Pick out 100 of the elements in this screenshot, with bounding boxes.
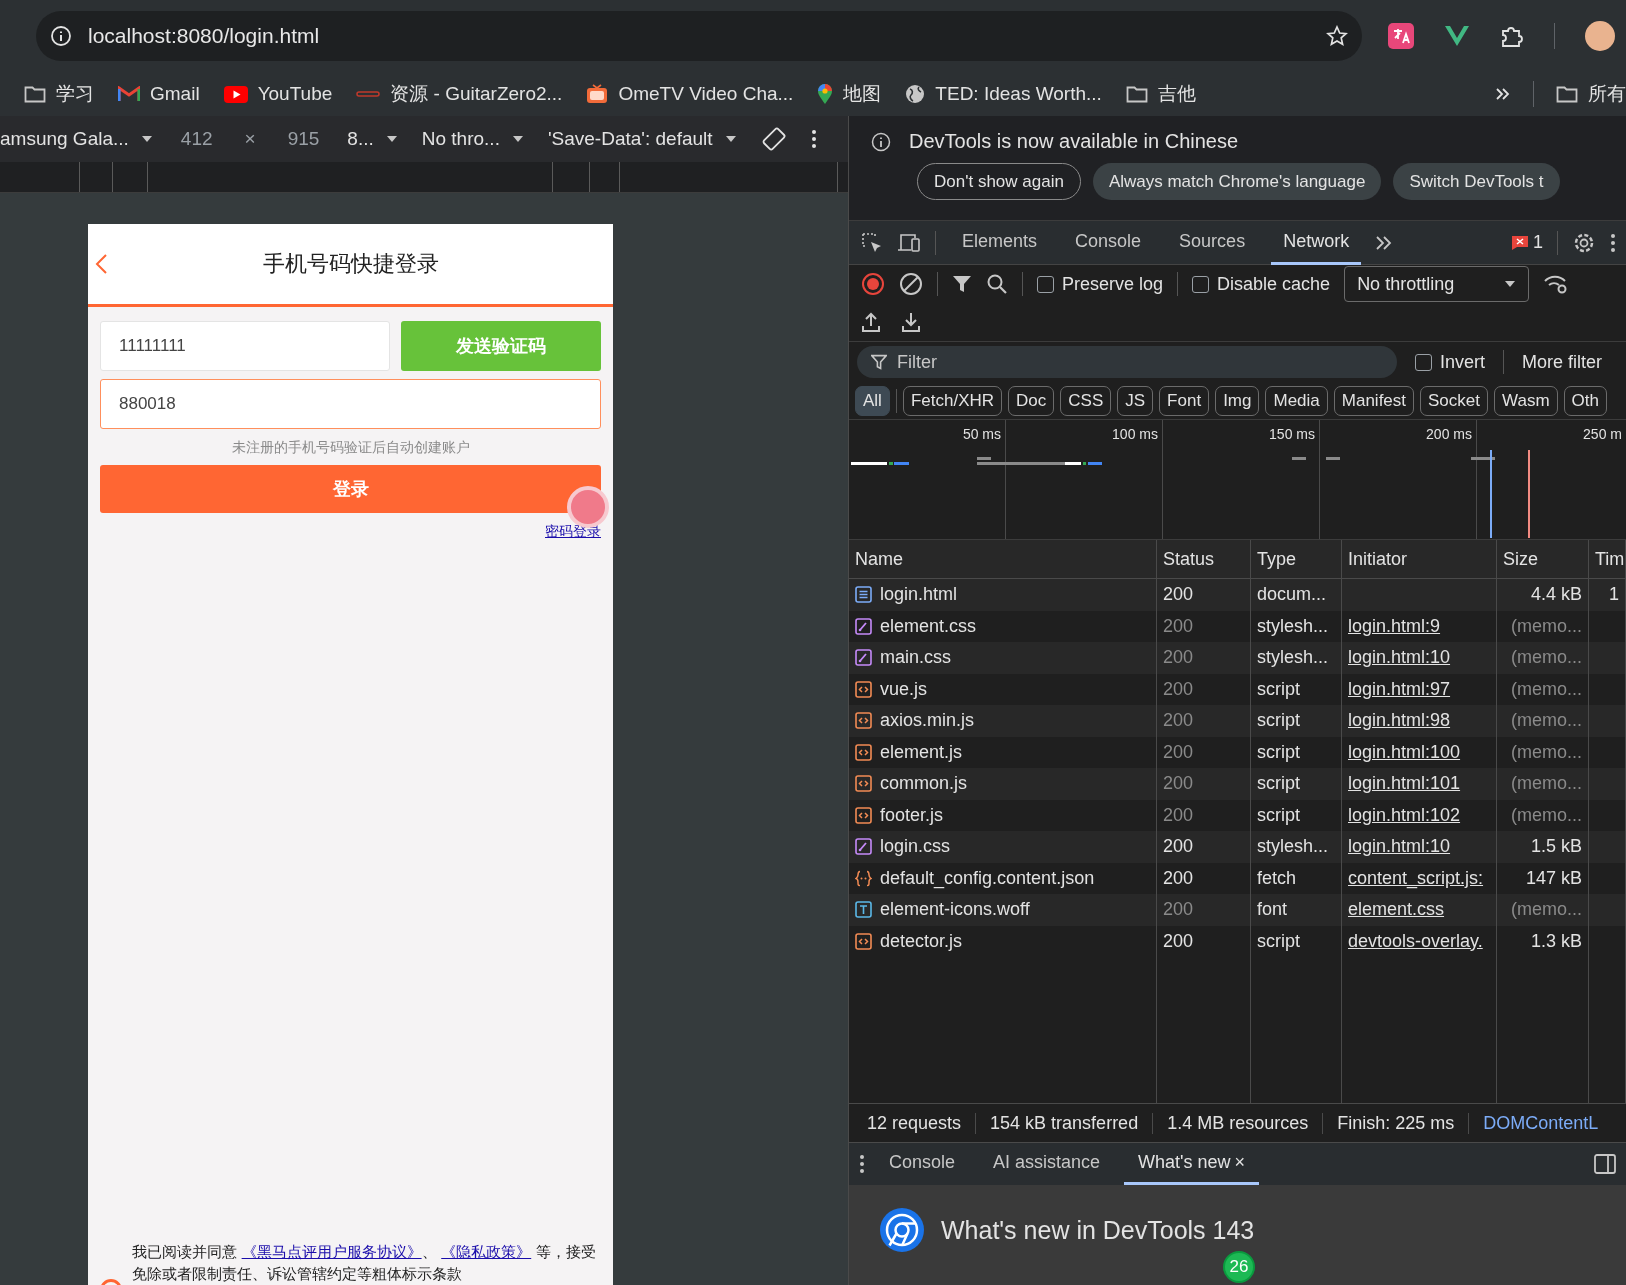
- bookmark[interactable]: OmeTV Video Cha...: [586, 83, 794, 105]
- bookmark[interactable]: 所有: [1556, 81, 1626, 107]
- bookmark[interactable]: Gmail: [118, 83, 200, 105]
- column-header[interactable]: Initiator: [1342, 540, 1497, 578]
- more-icon[interactable]: [859, 1154, 865, 1174]
- device-dropdown[interactable]: No thro...: [421, 128, 524, 150]
- more-icon[interactable]: [1610, 232, 1616, 253]
- initiator-link[interactable]: devtools-overlay.: [1348, 930, 1483, 952]
- initiator-link[interactable]: login.html:10: [1348, 836, 1451, 858]
- column-header[interactable]: Status: [1157, 540, 1251, 578]
- table-cell: 1.3 kB: [1497, 925, 1589, 957]
- column-header[interactable]: Size: [1497, 540, 1589, 578]
- device-dropdown[interactable]: amsung Gala...: [0, 128, 153, 150]
- agreement-link[interactable]: 《黑马点评用户服务协议》: [241, 1244, 422, 1260]
- record-icon[interactable]: [861, 272, 885, 296]
- error-counter[interactable]: 1: [1511, 232, 1543, 253]
- search-icon[interactable]: [986, 273, 1008, 295]
- filter-icon[interactable]: [952, 274, 972, 294]
- type-filter-chip[interactable]: All: [855, 385, 890, 416]
- info-icon[interactable]: [50, 25, 72, 47]
- panel-tab[interactable]: Sources: [1167, 220, 1258, 265]
- agreement-link[interactable]: 《隐私政策》: [441, 1244, 532, 1260]
- inspect-icon[interactable]: [861, 231, 883, 254]
- chevrons-icon[interactable]: [1495, 86, 1511, 102]
- bookmark[interactable]: 资源 - GuitarZero2...: [356, 81, 563, 107]
- avatar[interactable]: [1585, 21, 1615, 51]
- drawer-tab[interactable]: AI assistance: [979, 1143, 1115, 1185]
- dimension-field[interactable]: 915: [283, 128, 324, 150]
- initiator-link[interactable]: login.html:10: [1348, 647, 1451, 669]
- type-filter-chip[interactable]: Img: [1215, 385, 1260, 416]
- rotate-icon[interactable]: [760, 126, 787, 152]
- initiator-link[interactable]: content_script.js:: [1348, 867, 1484, 889]
- type-filter-chip[interactable]: Wasm: [1494, 385, 1558, 416]
- puzzle-icon[interactable]: [1500, 24, 1524, 48]
- checkbox[interactable]: [1415, 353, 1432, 371]
- dimension-field[interactable]: 412: [176, 128, 217, 150]
- table-cell: (memo...: [1497, 642, 1589, 674]
- initiator-link[interactable]: login.html:98: [1348, 710, 1451, 732]
- table-cell[interactable]: login.css: [849, 831, 1157, 863]
- close-icon[interactable]: ×: [1234, 1152, 1246, 1173]
- panel-tab[interactable]: Elements: [950, 220, 1050, 265]
- bookmark[interactable]: 地图: [817, 81, 882, 107]
- throttling-select[interactable]: No throttling: [1344, 266, 1530, 302]
- table-cell[interactable]: login.html: [849, 579, 1157, 611]
- more-icon[interactable]: [810, 129, 817, 149]
- type-filter-chip[interactable]: Fetch/XHR: [902, 385, 1003, 416]
- stylesheet-icon: [855, 838, 872, 856]
- bookmark[interactable]: TED: Ideas Worth...: [905, 83, 1102, 105]
- bookmark[interactable]: YouTube: [223, 83, 333, 105]
- initiator-link[interactable]: login.html:101: [1348, 773, 1461, 795]
- clear-icon[interactable]: [899, 272, 923, 296]
- address-bar[interactable]: localhost:8080/login.html: [36, 11, 1362, 61]
- initiator-link[interactable]: login.html:100: [1348, 741, 1461, 763]
- v-logo-icon[interactable]: [1444, 25, 1470, 47]
- initiator-link[interactable]: element.css: [1348, 899, 1445, 921]
- table-cell[interactable]: axios.min.js: [849, 705, 1157, 737]
- type-filter-chip[interactable]: Doc: [1008, 385, 1055, 416]
- back-icon[interactable]: [94, 253, 108, 275]
- initiator-link[interactable]: login.html:9: [1348, 615, 1441, 637]
- table-cell[interactable]: common.js: [849, 768, 1157, 800]
- download-icon[interactable]: [901, 311, 921, 333]
- device-dropdown[interactable]: 8...: [347, 128, 398, 150]
- column-header[interactable]: Name: [849, 540, 1157, 578]
- type-filter-chip[interactable]: Oth: [1563, 385, 1607, 416]
- code-field[interactable]: 880018: [100, 379, 601, 429]
- type-filter-chip[interactable]: JS: [1117, 385, 1154, 416]
- table-cell[interactable]: detector.js: [849, 925, 1157, 957]
- initiator-link[interactable]: login.html:102: [1348, 804, 1461, 826]
- table-cell: 200: [1157, 642, 1251, 674]
- translate-icon[interactable]: [1388, 23, 1414, 49]
- info-button[interactable]: Always match Chrome's language: [1092, 163, 1382, 200]
- bookmark[interactable]: 吉他: [1125, 81, 1196, 107]
- checkbox[interactable]: [1192, 275, 1210, 293]
- filter-field[interactable]: Filter: [857, 346, 1397, 378]
- table-cell[interactable]: element-icons.woff: [849, 894, 1157, 926]
- panel-tab[interactable]: Network: [1271, 220, 1362, 265]
- column-header[interactable]: Tim: [1589, 540, 1626, 578]
- type-filter-chip[interactable]: Media: [1265, 385, 1328, 416]
- info-button[interactable]: Switch DevTools t: [1393, 163, 1560, 200]
- type-filter-chip[interactable]: Manifest: [1333, 385, 1415, 416]
- chevrons-icon[interactable]: [1375, 234, 1394, 251]
- checkbox-label: Disable cache: [1217, 273, 1331, 295]
- column-header[interactable]: Type: [1251, 540, 1342, 578]
- type-filter-chip[interactable]: CSS: [1060, 385, 1112, 416]
- phone-field[interactable]: 11111111: [100, 321, 390, 371]
- drawer-tab[interactable]: Console: [875, 1143, 970, 1185]
- device-icon[interactable]: [897, 231, 921, 254]
- table-cell[interactable]: main.css: [849, 642, 1157, 674]
- time-tick: 150 ms: [1269, 426, 1315, 442]
- upload-icon[interactable]: [861, 311, 881, 333]
- type-filter-chip[interactable]: Font: [1159, 385, 1210, 416]
- initiator-link[interactable]: login.html:97: [1348, 678, 1451, 700]
- type-filter-chip[interactable]: Socket: [1420, 385, 1488, 416]
- device-dropdown[interactable]: 'Save-Data': default: [547, 128, 737, 150]
- panel-tab[interactable]: Console: [1063, 220, 1154, 265]
- star-icon[interactable]: [1326, 25, 1348, 47]
- bookmark[interactable]: 学习: [24, 81, 94, 107]
- dock-icon[interactable]: [1594, 1154, 1616, 1174]
- checkbox[interactable]: [1037, 275, 1054, 293]
- more-filters-button[interactable]: More filter: [1522, 351, 1603, 373]
